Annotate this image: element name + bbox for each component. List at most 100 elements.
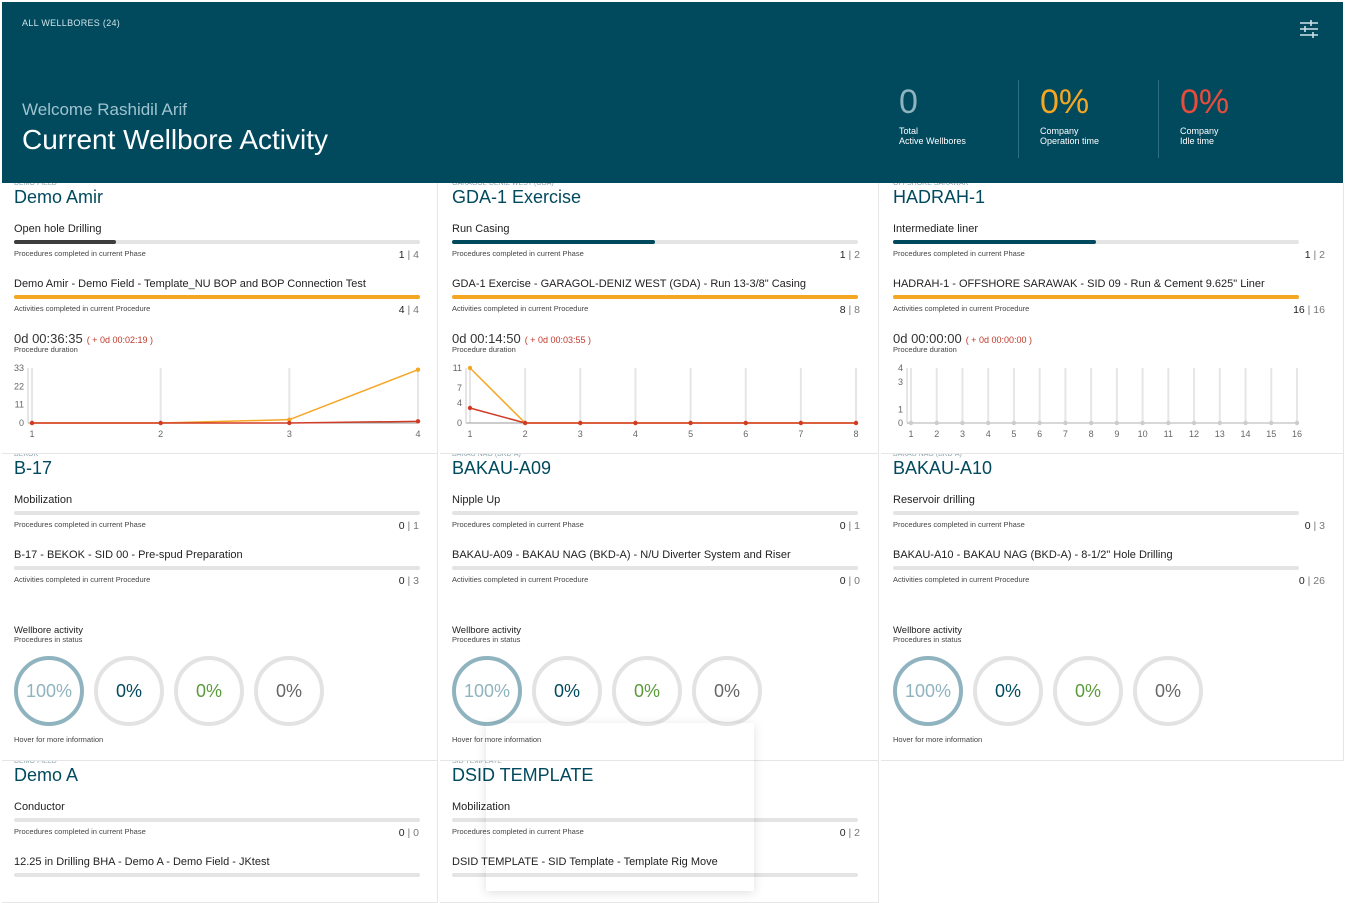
data-point[interactable] xyxy=(158,420,163,426)
data-point[interactable] xyxy=(633,420,638,426)
wellbore-card[interactable]: DEMO FIELD Demo Amir Open hole Drilling Pro… xyxy=(2,183,438,454)
procedure-duration-value: 0d 00:14:50( + 0d 00:03:55 ) xyxy=(452,331,591,346)
procedure-name[interactable]: GDA-1 Exercise - GARAGOL-DENIZ WEST (GDA… xyxy=(452,278,806,290)
wellbore-card[interactable]: BEKOK B-17 Mobilization Procedures complete… xyxy=(2,454,438,761)
x-tick-label: 10 xyxy=(1138,429,1148,439)
data-point[interactable] xyxy=(415,367,421,372)
phase-progress-bar xyxy=(452,818,858,822)
procedure-name[interactable]: HADRAH-1 - OFFSHORE SARAWAK - SID 09 - R… xyxy=(893,278,1265,290)
stat-total-active-wellbores: 0 Total Active Wellbores xyxy=(899,82,966,160)
procedure-name[interactable]: BAKAU-A09 - BAKAU NAG (BKD-A) - N/U Dive… xyxy=(452,549,791,561)
data-point[interactable] xyxy=(1269,420,1274,426)
status-ring[interactable]: 0% xyxy=(174,656,244,726)
phase-name: Open hole Drilling xyxy=(14,223,102,235)
filter-settings-icon[interactable] xyxy=(1298,18,1320,40)
status-ring[interactable]: 0% xyxy=(612,656,682,726)
data-point[interactable] xyxy=(934,420,939,426)
data-point[interactable] xyxy=(1037,420,1042,426)
data-point[interactable] xyxy=(1166,420,1171,426)
wellbore-card[interactable]: BAKAU NAG (BKD-A) BAKAU-A09 Nipple Up Proce… xyxy=(440,454,879,761)
wellbore-name[interactable]: BAKAU-A10 xyxy=(893,458,992,479)
data-point[interactable] xyxy=(688,420,693,426)
wellbore-card[interactable]: GARAGOL-DENIZ WEST (GDA) GDA-1 Exercise Ru… xyxy=(440,183,879,454)
data-point[interactable] xyxy=(986,420,991,426)
procedures-phase-label: Procedures completed in current Phase xyxy=(452,520,584,529)
data-point[interactable] xyxy=(1063,420,1068,426)
data-point[interactable] xyxy=(1114,420,1120,426)
series-line xyxy=(32,368,419,424)
wellbore-name[interactable]: BAKAU-A09 xyxy=(452,458,551,479)
wellbore-card[interactable]: BAKAU NAG (BKD-A) BAKAU-A10 Reservoir dril… xyxy=(881,454,1344,761)
status-ring[interactable]: 0% xyxy=(94,656,164,726)
wellbore-name[interactable]: DSID TEMPLATE xyxy=(452,765,593,786)
data-point[interactable] xyxy=(1088,420,1094,426)
duration-delta: ( + 0d 00:03:55 ) xyxy=(524,335,591,345)
x-tick-label: 8 xyxy=(853,429,858,439)
status-ring[interactable]: 100% xyxy=(893,656,963,726)
activities-procedure-label: Activities completed in current Procedur… xyxy=(14,304,151,313)
procedures-phase-label: Procedures completed in current Phase xyxy=(452,249,584,258)
procedure-name[interactable]: B-17 - BEKOK - SID 00 - Pre-spud Prepara… xyxy=(14,549,243,561)
phase-progress-fill xyxy=(452,240,655,244)
procedure-name[interactable]: 12.25 in Drilling BHA - Demo A - Demo Fi… xyxy=(14,856,270,868)
activity-progress-bar xyxy=(893,295,1299,299)
procedure-duration-value: 0d 00:36:35( + 0d 00:02:19 ) xyxy=(14,331,153,346)
data-point[interactable] xyxy=(467,405,473,411)
procedure-duration-chart[interactable]: 1 2 3 4 5 6 7 8 0 4 7 11 xyxy=(446,358,866,448)
duration-delta: ( + 0d 00:02:19 ) xyxy=(86,335,153,345)
data-point[interactable] xyxy=(908,420,914,426)
data-point[interactable] xyxy=(960,420,965,426)
stat-value: 0% xyxy=(1040,83,1090,121)
wellbore-name[interactable]: Demo A xyxy=(14,765,78,786)
phase-progress-bar xyxy=(452,240,858,244)
activity-total: | 8 xyxy=(845,304,861,316)
wellbore-card[interactable]: SID TEMPLATE DSID TEMPLATE Mobilization Pro… xyxy=(440,761,879,903)
activity-progress-fill xyxy=(14,295,420,299)
data-point[interactable] xyxy=(29,420,35,426)
all-wellbores-link[interactable]: ALL WELLBORES (24) xyxy=(22,18,120,28)
activity-count: 4 | 4 xyxy=(399,304,419,316)
wellbore-name[interactable]: HADRAH-1 xyxy=(893,187,985,208)
status-ring[interactable]: 0% xyxy=(1053,656,1123,726)
wellbore-name[interactable]: Demo Amir xyxy=(14,187,103,208)
status-ring[interactable]: 100% xyxy=(14,656,84,726)
y-tick-label: 0 xyxy=(898,418,903,428)
series-line xyxy=(469,407,856,424)
data-point[interactable] xyxy=(743,420,748,426)
data-point[interactable] xyxy=(853,420,859,426)
data-point[interactable] xyxy=(578,420,583,426)
wellbore-name[interactable]: GDA-1 Exercise xyxy=(452,187,581,208)
data-point[interactable] xyxy=(1140,420,1145,426)
status-ring[interactable]: 0% xyxy=(973,656,1043,726)
status-ring[interactable]: 0% xyxy=(692,656,762,726)
data-point[interactable] xyxy=(798,420,804,426)
y-tick-label: 11 xyxy=(15,400,24,410)
status-ring[interactable]: 0% xyxy=(1133,656,1203,726)
wellbore-card[interactable]: DEMO FIELD Demo A Conductor Procedures comp… xyxy=(2,761,438,903)
data-point[interactable] xyxy=(1243,420,1248,426)
procedure-name[interactable]: DSID TEMPLATE - SID Template - Template … xyxy=(452,856,718,868)
data-point[interactable] xyxy=(1191,420,1197,426)
data-point[interactable] xyxy=(1294,420,1300,426)
phase-progress-bar xyxy=(14,511,420,515)
procedure-duration-chart[interactable]: 1 2 3 4 0 11 22 33 xyxy=(8,358,428,448)
data-point[interactable] xyxy=(467,365,473,371)
y-tick-label: 7 xyxy=(457,383,462,393)
procedure-duration-chart[interactable]: 1 2 3 4 5 6 7 8 9 10 11 12 13 14 15 160134 xyxy=(887,358,1307,448)
data-point[interactable] xyxy=(415,419,421,424)
x-tick-label: 2 xyxy=(523,429,528,439)
wellbore-name[interactable]: B-17 xyxy=(14,458,52,479)
data-point[interactable] xyxy=(287,420,292,426)
data-point[interactable] xyxy=(1217,420,1222,426)
hover-hint: Hover for more information xyxy=(452,735,542,744)
x-tick-label: 1 xyxy=(908,429,913,439)
status-ring[interactable]: 100% xyxy=(452,656,522,726)
status-ring[interactable]: 0% xyxy=(254,656,324,726)
wellbore-card[interactable]: OFFSHORE SARAWAK HADRAH-1 Intermediate lin… xyxy=(881,183,1344,454)
data-point[interactable] xyxy=(522,420,528,426)
status-ring[interactable]: 0% xyxy=(532,656,602,726)
data-point[interactable] xyxy=(1011,420,1017,426)
activity-progress-fill xyxy=(893,295,1299,299)
procedure-name[interactable]: Demo Amir - Demo Field - Template_NU BOP… xyxy=(14,278,366,290)
procedure-name[interactable]: BAKAU-A10 - BAKAU NAG (BKD-A) - 8-1/2" H… xyxy=(893,549,1173,561)
